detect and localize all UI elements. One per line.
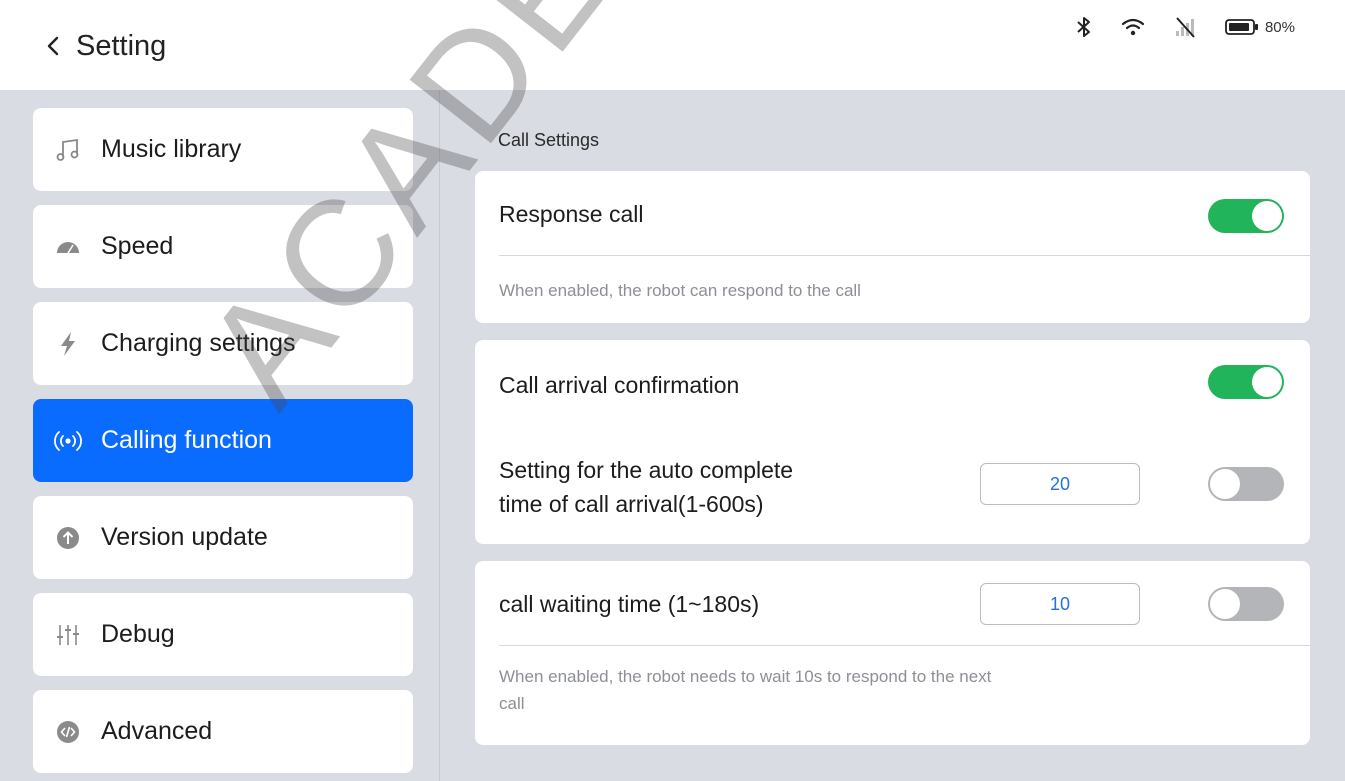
sidebar-item-label: Version update [101,523,268,551]
call-arrival-label: Call arrival confirmation [499,372,740,398]
response-call-card: Response call When enabled, the robot ca… [475,171,1310,323]
wifi-icon [1121,18,1145,36]
back-arrow-icon [47,36,59,56]
call-waiting-time-input[interactable] [980,583,1140,625]
auto-complete-toggle[interactable] [1208,467,1284,501]
sidebar-item-advanced[interactable]: Advanced [33,690,413,773]
music-note-icon [53,135,83,165]
toggle-knob [1252,367,1282,397]
bluetooth-icon [1077,17,1090,37]
sidebar-item-label: Calling function [101,426,272,454]
sliders-icon [53,620,83,650]
lightning-icon [53,329,83,359]
no-signal-icon [1175,17,1195,38]
battery-indicator: 80% [1225,18,1295,36]
call-waiting-label: call waiting time (1~180s) [499,591,760,617]
toggle-knob [1210,469,1240,499]
call-waiting-description-line1: When enabled, the robot needs to wait 10… [499,667,992,686]
toggle-knob [1210,589,1240,619]
sidebar-item-music-library[interactable]: Music library [33,108,413,191]
main-panel: Call Settings Response call When enabled… [441,90,1345,781]
status-bar: 80% [1075,12,1295,42]
back-button[interactable]: Setting [44,26,166,66]
code-icon [53,717,83,747]
toggle-knob [1252,201,1282,231]
sidebar-item-label: Music library [101,135,242,163]
speedometer-icon [53,232,83,262]
auto-complete-label-line1: Setting for the auto complete [499,457,794,483]
call-waiting-card: call waiting time (1~180s) When enabled,… [475,561,1310,745]
call-waiting-description: When enabled, the robot needs to wait 10… [499,663,1279,717]
auto-complete-label: Setting for the auto complete time of ca… [499,453,793,521]
response-call-toggle[interactable] [1208,199,1284,233]
call-waiting-description-line2: call [499,694,525,713]
sidebar-item-label: Debug [101,620,175,648]
call-arrival-toggle[interactable] [1208,365,1284,399]
page-title: Setting [76,29,167,62]
sidebar-item-calling-function[interactable]: Calling function [33,399,413,482]
response-call-description: When enabled, the robot can respond to t… [499,281,861,300]
battery-icon [1225,19,1258,35]
divider [499,255,1310,256]
auto-complete-time-input[interactable] [980,463,1140,505]
sidebar-item-debug[interactable]: Debug [33,593,413,676]
sidebar-item-label: Speed [101,232,174,260]
sidebar-item-speed[interactable]: Speed [33,205,413,288]
sidebar-item-version-update[interactable]: Version update [33,496,413,579]
sidebar-item-label: Advanced [101,717,213,745]
call-arrival-card: Call arrival confirmation Setting for th… [475,340,1310,544]
top-bar: Setting 80% [0,0,1345,90]
sidebar-item-label: Charging settings [101,329,296,357]
section-title: Call Settings [498,130,600,150]
sidebar-item-charging-settings[interactable]: Charging settings [33,302,413,385]
call-waiting-toggle[interactable] [1208,587,1284,621]
divider [499,645,1310,646]
battery-percent: 80% [1264,18,1295,36]
upload-arrow-icon [53,523,83,553]
response-call-label: Response call [499,201,644,227]
broadcast-icon [53,426,83,456]
sidebar: Music library Speed Charging settings Ca… [0,90,440,781]
auto-complete-label-line2: time of call arrival(1-600s) [499,491,764,517]
